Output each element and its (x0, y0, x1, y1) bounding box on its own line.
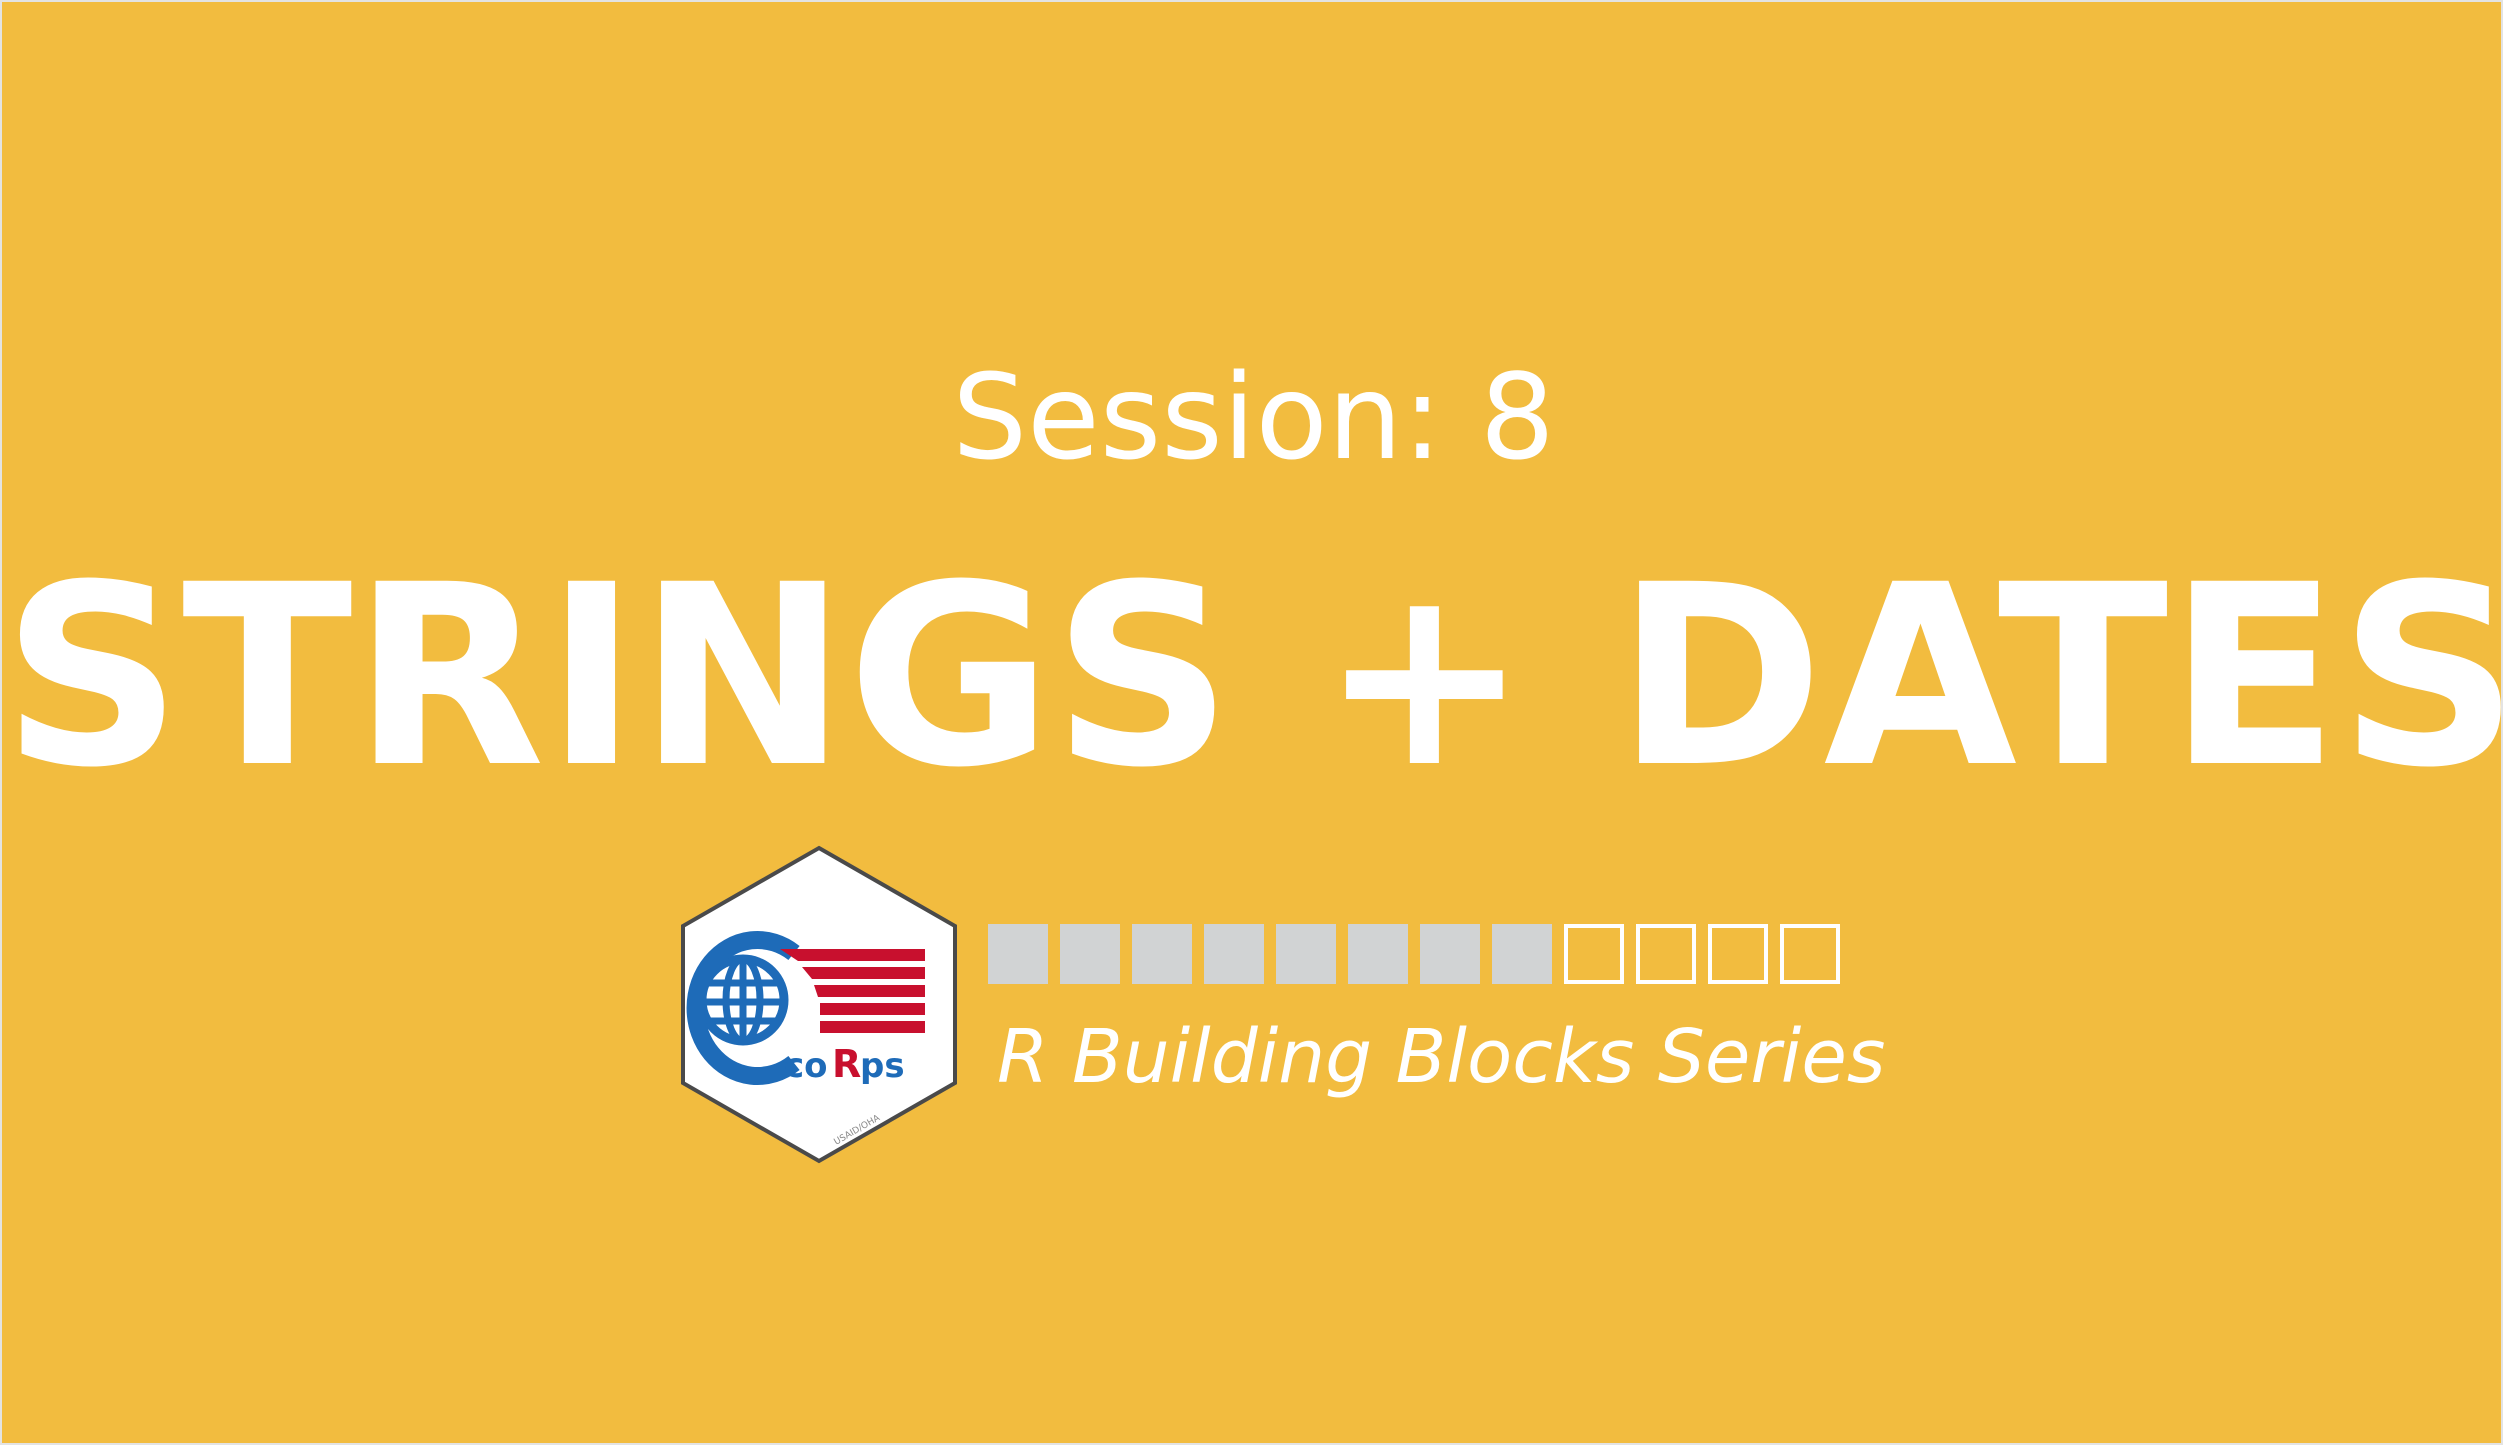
progress-block-remaining (1708, 924, 1768, 984)
logo-wordmark-r: R (832, 1042, 861, 1086)
progress-block-remaining (1780, 924, 1840, 984)
session-number: Session: 8 (952, 348, 1555, 486)
progress-block-complete (1348, 924, 1408, 984)
progress-block-complete (1492, 924, 1552, 984)
progress-block-complete (1204, 924, 1264, 984)
progress-block-complete (1132, 924, 1192, 984)
progress-block-complete (988, 924, 1048, 984)
series-name: R Building Blocks Series (997, 1014, 1886, 1100)
progress-block-remaining (1636, 924, 1696, 984)
session-banner: Session: 8 STRINGS + DATES co R ps USAID… (0, 0, 2503, 1445)
corps-hex-logo: co R ps USAID/OHA (681, 845, 957, 1164)
progress-block-complete (1060, 924, 1120, 984)
progress-block-complete (1420, 924, 1480, 984)
session-progress-blocks (988, 924, 1848, 988)
logo-wordmark-ps: ps (860, 1046, 905, 1086)
session-title: STRINGS + DATES (2, 531, 2503, 822)
progress-block-remaining (1564, 924, 1624, 984)
logo-wordmark-co: co (784, 1046, 828, 1086)
progress-block-complete (1276, 924, 1336, 984)
